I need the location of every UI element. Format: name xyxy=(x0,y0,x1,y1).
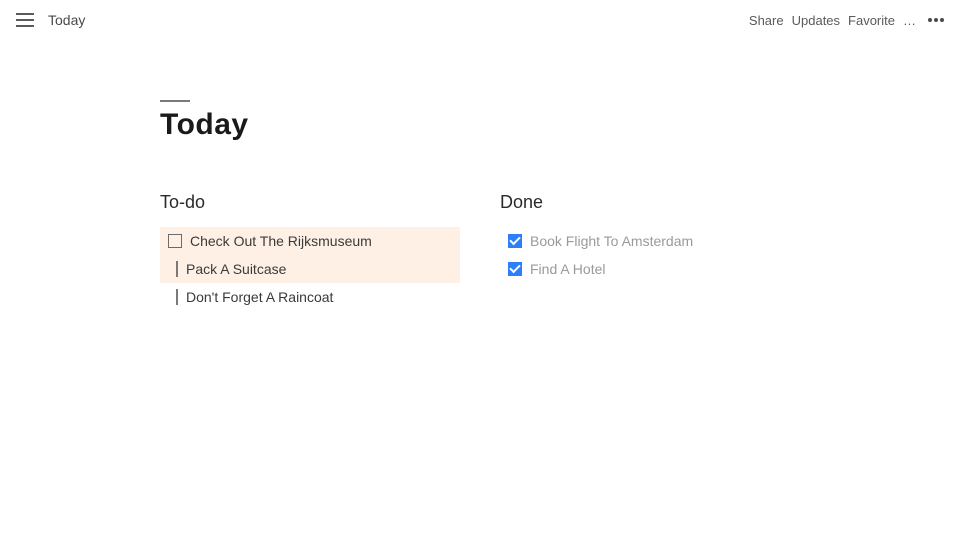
favorite-overflow: … xyxy=(903,13,916,28)
more-icon[interactable] xyxy=(928,18,944,22)
done-item-text: Find A Hotel xyxy=(530,261,606,277)
content: Today To-do Check Out The Rijksmuseum Pa… xyxy=(0,40,960,311)
done-header[interactable]: Done xyxy=(500,192,800,213)
checkbox-icon[interactable] xyxy=(168,234,182,248)
todo-item[interactable]: Pack A Suitcase xyxy=(160,255,460,283)
cursor-bar-icon xyxy=(176,289,178,305)
top-bar: Today Share Updates Favorite … xyxy=(0,0,960,40)
favorite-button[interactable]: Favorite xyxy=(848,13,895,28)
cursor-bar-icon xyxy=(176,261,178,277)
todo-item-text: Pack A Suitcase xyxy=(186,261,286,277)
todo-item[interactable]: Check Out The Rijksmuseum xyxy=(160,227,460,255)
checkbox-checked-icon[interactable] xyxy=(508,234,522,248)
share-button[interactable]: Share xyxy=(749,13,784,28)
done-item[interactable]: Find A Hotel xyxy=(500,255,800,283)
done-column: Done Book Flight To Amsterdam Find A Hot… xyxy=(500,192,800,311)
todo-column: To-do Check Out The Rijksmuseum Pack A S… xyxy=(160,192,460,311)
page-title-decoration xyxy=(160,100,190,102)
page-title-block: Today xyxy=(160,100,800,142)
menu-icon[interactable] xyxy=(16,13,34,27)
todo-item-text: Check Out The Rijksmuseum xyxy=(190,233,372,249)
done-item-text: Book Flight To Amsterdam xyxy=(530,233,693,249)
breadcrumb[interactable]: Today xyxy=(48,12,85,28)
todo-item-text: Don't Forget A Raincoat xyxy=(186,289,333,305)
updates-button[interactable]: Updates xyxy=(792,13,840,28)
top-bar-actions: Share Updates Favorite … xyxy=(749,13,944,28)
top-bar-left: Today xyxy=(16,12,85,28)
todo-header[interactable]: To-do xyxy=(160,192,460,213)
checkbox-checked-icon[interactable] xyxy=(508,262,522,276)
done-item[interactable]: Book Flight To Amsterdam xyxy=(500,227,800,255)
board-columns: To-do Check Out The Rijksmuseum Pack A S… xyxy=(160,192,800,311)
todo-item[interactable]: Don't Forget A Raincoat xyxy=(160,283,460,311)
page-title[interactable]: Today xyxy=(160,108,800,142)
